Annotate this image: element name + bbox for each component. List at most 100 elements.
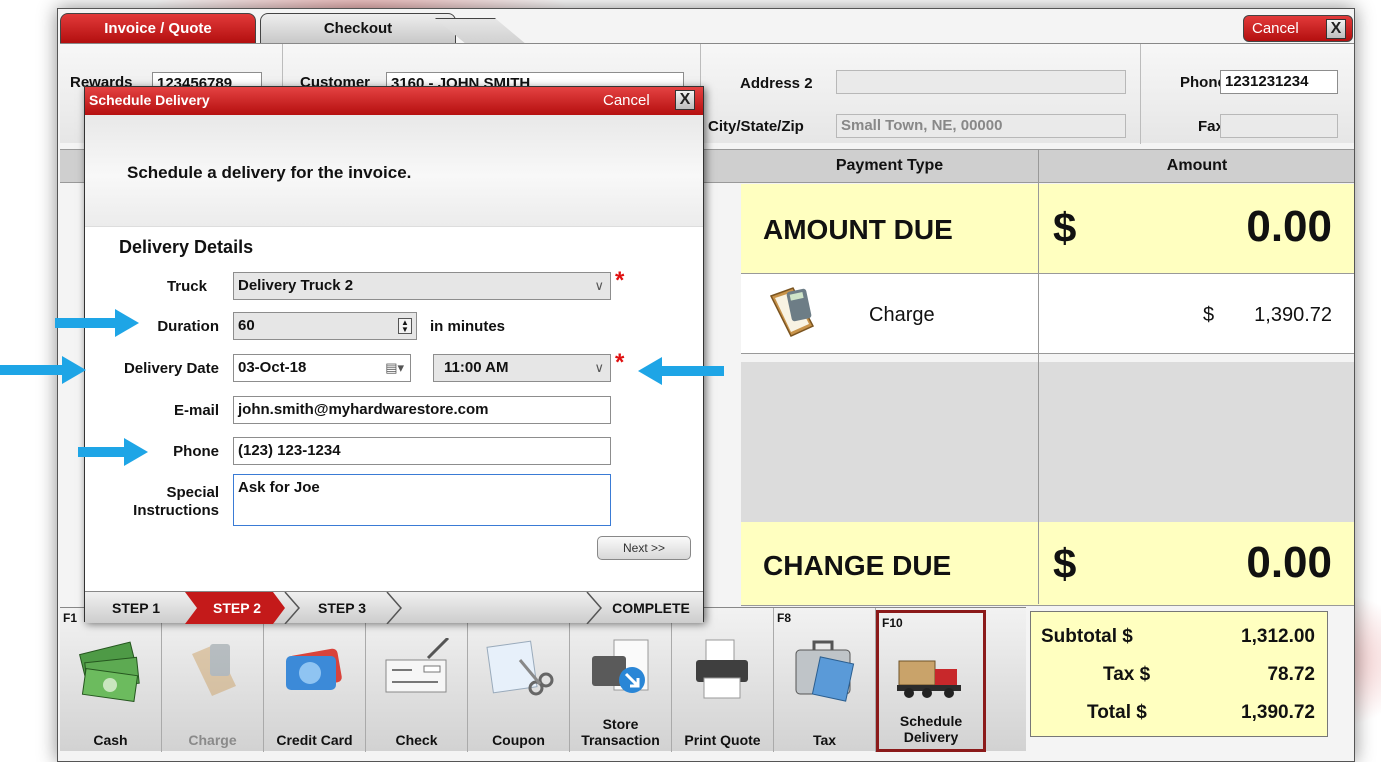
arrow-to-delivery-time-icon — [638, 357, 724, 385]
tool-label: Schedule Delivery — [879, 713, 983, 745]
credit-card-button[interactable]: Credit Card — [264, 608, 366, 752]
delivery-time-select[interactable]: 11:00 AM ∨ — [433, 354, 611, 382]
delivery-date-label: Delivery Date — [123, 360, 219, 377]
close-icon[interactable]: X — [1326, 19, 1346, 39]
phone-field[interactable]: 1231231234 — [1220, 70, 1338, 94]
amount-header: Amount — [1166, 157, 1228, 174]
change-due-value: 0.00 — [1246, 538, 1332, 587]
delivery-date-picker[interactable]: 03-Oct-18 ▤▾ — [233, 354, 411, 382]
city-label: City/State/Zip — [708, 118, 804, 135]
coupon-button[interactable]: Coupon — [468, 608, 570, 752]
duration-value: 60 — [238, 317, 255, 334]
dialog-banner: Schedule a delivery for the invoice. — [85, 115, 703, 227]
charge-amount: 1,390.72 — [1254, 304, 1332, 326]
total-label: Total $ — [1087, 702, 1147, 723]
required-marker: * — [615, 267, 625, 294]
clipboard-calculator-icon — [769, 287, 815, 337]
charge-payment-row[interactable]: Charge $ 1,390.72 — [741, 274, 1354, 354]
dialog-title: Schedule Delivery — [89, 92, 210, 108]
amount-due-value: 0.00 — [1246, 202, 1332, 251]
tool-label: Tax — [812, 732, 837, 748]
printer-icon — [696, 639, 748, 699]
tool-label-text: Schedule Delivery — [899, 713, 963, 745]
amount-due-row: AMOUNT DUE $ 0.00 — [741, 184, 1354, 274]
tax-value: 78.72 — [1267, 664, 1315, 685]
tool-label: Cash — [93, 732, 128, 748]
schedule-delivery-button[interactable]: F10 Schedule Delivery — [876, 610, 986, 752]
phone-label: Phone — [1180, 74, 1226, 91]
change-due-label: CHANGE DUE — [763, 550, 952, 581]
amount-due-currency: $ — [1053, 204, 1077, 251]
fax-field[interactable] — [1220, 114, 1338, 138]
charge-currency: $ — [1203, 304, 1215, 326]
store-transaction-button[interactable]: Store Transaction — [570, 608, 672, 752]
tool-label-text: Store Transaction — [581, 716, 660, 748]
city-state-zip-field: Small Town, NE, 00000 — [836, 114, 1126, 138]
arrow-to-duration-icon — [55, 309, 139, 337]
print-quote-button[interactable]: F7 Print Quote — [672, 608, 774, 752]
tax-button[interactable]: F8 Tax — [774, 608, 876, 752]
tool-label: Print Quote — [684, 732, 761, 748]
tool-label: Coupon — [492, 732, 545, 748]
empty-payment-area — [741, 362, 1354, 522]
amount-due-label: AMOUNT DUE — [763, 214, 953, 245]
divider — [1140, 44, 1141, 144]
totals-panel: Subtotal $ 1,312.00 Tax $ 78.72 Total $ … — [1030, 611, 1328, 737]
charge-button[interactable]: Charge — [162, 608, 264, 752]
duration-unit: in minutes — [430, 318, 506, 335]
function-key: F1 — [63, 611, 78, 625]
delivery-date-value: 03-Oct-18 — [238, 359, 307, 376]
chevron-down-icon: ∨ — [594, 278, 604, 293]
dialog-cancel-link[interactable]: Cancel — [603, 92, 650, 109]
check-icon — [385, 638, 450, 693]
email-label: E-mail — [173, 402, 219, 419]
total-value: 1,390.72 — [1241, 702, 1315, 723]
change-due-currency: $ — [1053, 540, 1077, 587]
cancel-button[interactable]: Cancel X — [1243, 15, 1353, 42]
phone-field[interactable]: (123) 123-1234 — [233, 437, 611, 465]
address2-label: Address 2 — [740, 75, 813, 92]
instructions-label: Instructions — [133, 502, 219, 519]
delivery-truck-icon — [897, 660, 961, 698]
cash-button[interactable]: F1 Cash — [60, 608, 162, 752]
step-2: STEP 2 — [213, 600, 261, 616]
change-due-row: CHANGE DUE $ 0.00 — [741, 522, 1354, 606]
duration-stepper[interactable]: 60 ▲ ▼ — [233, 312, 417, 340]
dialog-title-bar: Schedule Delivery Cancel X — [85, 87, 703, 115]
required-marker: * — [615, 349, 625, 376]
truck-label: Truck — [166, 278, 207, 295]
special-label: Special — [166, 484, 219, 501]
truck-select[interactable]: Delivery Truck 2 ∨ — [233, 272, 611, 300]
step-3: STEP 3 — [318, 600, 366, 616]
cash-icon — [79, 641, 140, 702]
step-complete: COMPLETE — [612, 600, 690, 616]
tool-label: Check — [395, 732, 438, 748]
close-icon[interactable]: X — [675, 90, 695, 110]
subtotal-value: 1,312.00 — [1241, 626, 1315, 647]
tab-checkout[interactable]: Checkout — [260, 13, 456, 43]
step-1: STEP 1 — [112, 600, 160, 616]
truck-value: Delivery Truck 2 — [238, 277, 354, 294]
function-key: F10 — [882, 616, 903, 630]
spinner-icon[interactable]: ▲ ▼ — [398, 318, 412, 334]
calendar-icon[interactable]: ▤▾ — [385, 355, 404, 381]
charge-label: Charge — [869, 304, 935, 326]
special-instructions-textarea[interactable]: Ask for Joe — [233, 474, 611, 526]
cancel-label: Cancel — [1252, 20, 1299, 37]
function-key: F8 — [777, 611, 792, 625]
arrow-to-delivery-date-icon — [0, 356, 86, 384]
coupon-icon — [486, 640, 554, 696]
wizard-steps: STEP 1 STEP 2 STEP 3 COMPLETE — [85, 591, 703, 624]
chevron-down-icon: ∨ — [594, 360, 604, 375]
tax-label: Tax $ — [1103, 664, 1151, 685]
column-divider — [1038, 149, 1039, 604]
check-button[interactable]: Check — [366, 608, 468, 752]
tab-invoice-quote[interactable]: Invoice / Quote — [60, 13, 256, 43]
subtotal-label: Subtotal $ — [1041, 626, 1133, 647]
tool-label: Charge — [188, 732, 237, 748]
store-transaction-icon — [592, 639, 649, 693]
schedule-delivery-dialog: Schedule Delivery Cancel X Schedule a de… — [84, 86, 704, 624]
payment-type-header: Payment Type — [835, 157, 944, 174]
next-button[interactable]: Next >> — [597, 536, 691, 560]
email-field[interactable]: john.smith@myhardwarestore.com — [233, 396, 611, 424]
